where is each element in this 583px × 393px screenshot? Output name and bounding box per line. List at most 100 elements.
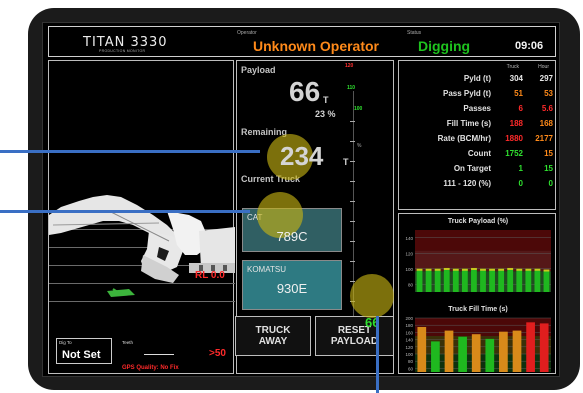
stat-label: On Target [453, 164, 491, 173]
clock: 09:06 [515, 40, 544, 52]
chart-tick-label: 100 [405, 352, 413, 357]
stat-truck-value: 51 [514, 89, 523, 98]
chart-tick-label: 80 [408, 359, 414, 364]
gps-quality: GPS Quality: No Fix [122, 365, 179, 371]
scale-tick [350, 241, 355, 242]
stat-truck-value: 304 [509, 74, 523, 83]
chart-bar [417, 327, 427, 372]
chart-tick-label: 80 [408, 282, 414, 287]
chart-bar-cap [516, 268, 523, 271]
callout-line-level [376, 316, 379, 393]
chart-tick-label: 120 [405, 345, 413, 350]
chart-bar-cap [507, 267, 514, 270]
stat-row: Pyld (t) 304 297 [399, 74, 557, 87]
stat-row: Rate (BCM/hr) 1880 2177 [399, 134, 557, 147]
chart-bar [543, 269, 550, 292]
payload-label: Payload [241, 65, 276, 75]
chart-bar-cap [443, 267, 450, 270]
fill-chart-title: Truck Fill Time (s) [448, 306, 508, 313]
chart-tick-label: 140 [405, 236, 413, 241]
stat-hour-value: 0 [548, 179, 553, 188]
chart-tick-label: 120 [405, 251, 413, 256]
chart-tick-label: 180 [405, 323, 413, 328]
stat-row: On Target 1 15 [399, 164, 557, 177]
chart-bar-cap [425, 268, 432, 271]
stat-truck-value: 0 [518, 179, 523, 188]
excavator-panel: RL 0.0 Dig To Not Set Teeth >50 GPS Qual… [48, 60, 235, 374]
stats-panel: Truck Hour Pyld (t) 304 297 Pass Pyld (t) 51… [398, 60, 556, 210]
stat-hour-value: 2177 [535, 134, 553, 143]
reset-payload-button[interactable]: RESET PAYLOAD [315, 316, 394, 356]
charts-panel: Truck Payload (%) 140 120 100 80 Truck Fill… [398, 213, 556, 374]
chart-bar-cap [489, 268, 495, 271]
truck-model: 789C [276, 229, 308, 244]
dig-to-box[interactable]: Dig To Not Set [56, 338, 112, 364]
operator-name[interactable]: Unknown Operator [253, 38, 379, 54]
stat-label: Pyld (t) [463, 74, 491, 83]
stat-hour-value: 15 [544, 149, 553, 158]
chart-bar [458, 336, 467, 372]
stat-label: Pass Pyld (t) [442, 89, 491, 98]
chart-bar [498, 268, 505, 292]
chart-tick-label: 160 [405, 330, 413, 335]
scale-tick [350, 181, 355, 182]
chart-bar [507, 267, 514, 292]
stat-hour-value: 297 [539, 74, 553, 83]
chart-bar-cap [416, 268, 423, 271]
stat-label: 111 - 120 (%) [443, 179, 491, 188]
remaining-value: 234 [280, 141, 324, 171]
stat-label: Fill Time (s) [446, 119, 491, 128]
chart-bar-cap [461, 268, 468, 271]
chart-bar [443, 267, 450, 292]
chart-bar [425, 268, 432, 292]
payload-value: 66 [289, 76, 321, 107]
teeth-value: >50 [209, 348, 226, 359]
chart-bar-cap [525, 268, 532, 271]
chart-bar [434, 268, 441, 292]
chart-tick-label: 100 [405, 267, 413, 272]
chart-bar [444, 330, 454, 372]
logo-subtitle: PRODUCTION MONITOR [99, 49, 146, 53]
teeth-label: Teeth [122, 340, 134, 345]
teeth-indicator [144, 354, 174, 355]
col-header-hour: Hour [538, 64, 549, 70]
dig-to-label: Dig To [59, 340, 72, 345]
stat-label: Passes [463, 104, 491, 113]
truck-away-label: TRUCK AWAY [255, 325, 291, 347]
callout-line-truck [0, 210, 250, 213]
truck-away-button[interactable]: TRUCK AWAY [235, 316, 311, 356]
display-screen: TITAN 3330 PRODUCTION MONITOR Operator U… [42, 22, 560, 377]
chart-bar [489, 268, 495, 292]
chart-tick-label: 200 [405, 316, 413, 321]
chart-bar [471, 334, 481, 372]
chart-bar [431, 341, 440, 372]
chart-bar [525, 268, 532, 292]
stat-truck-value: 1752 [505, 149, 523, 158]
scale-percent-unit: % [357, 143, 362, 149]
chart-bar-cap [534, 268, 541, 271]
payload-percent: 23 % [315, 109, 336, 119]
chart-bar-cap [480, 268, 486, 271]
fill-time-chart: 200 180 160 140 120 100 80 60 [405, 316, 551, 372]
scale-tick [350, 161, 355, 162]
scale-tick [350, 221, 355, 222]
status-label: Status [407, 30, 422, 36]
chart-bar [480, 268, 486, 292]
scale-green-mark: 100 [354, 106, 363, 112]
truck-card-komatsu[interactable]: KOMATSU 930E [242, 260, 342, 310]
chart-bar [461, 268, 468, 292]
chart-bar [471, 267, 477, 292]
chart-bar-cap [434, 268, 441, 271]
chart-bar [452, 268, 459, 292]
scale-tick [350, 201, 355, 202]
stat-truck-value: 6 [518, 104, 523, 113]
chart-bar [416, 268, 423, 292]
stat-truck-value: 1880 [505, 134, 523, 143]
operator-label: Operator [237, 30, 257, 36]
chart-bar [485, 338, 495, 372]
col-header-truck: Truck [506, 64, 519, 70]
stat-hour-value: 168 [539, 119, 553, 128]
remaining-unit: T [343, 157, 349, 167]
grid-line [49, 301, 235, 302]
stat-row: Pass Pyld (t) 51 53 [399, 89, 557, 102]
